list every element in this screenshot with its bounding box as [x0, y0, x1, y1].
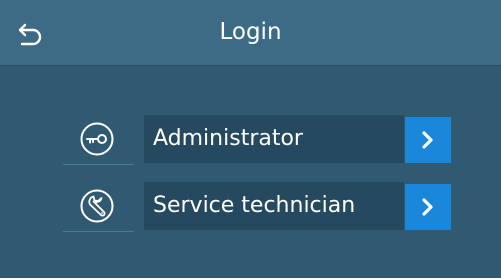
- administrator-arrow-button[interactable]: [405, 117, 451, 163]
- role-icon-cell: [63, 180, 134, 232]
- service-technician-button[interactable]: Service technician: [144, 182, 404, 230]
- chevron-right-icon: [422, 131, 433, 149]
- login-screen: Login Administrator Service technician: [0, 0, 501, 278]
- role-icon-cell: [63, 113, 134, 165]
- key-icon: [80, 122, 114, 156]
- service-technician-arrow-button[interactable]: [405, 184, 451, 230]
- administrator-button[interactable]: Administrator: [144, 115, 404, 163]
- header-bar: Login: [0, 0, 501, 65]
- wrench-icon: [80, 189, 114, 223]
- page-title: Login: [219, 19, 282, 45]
- back-return-icon: [18, 23, 42, 46]
- chevron-right-icon: [422, 198, 433, 216]
- back-button[interactable]: [16, 18, 48, 50]
